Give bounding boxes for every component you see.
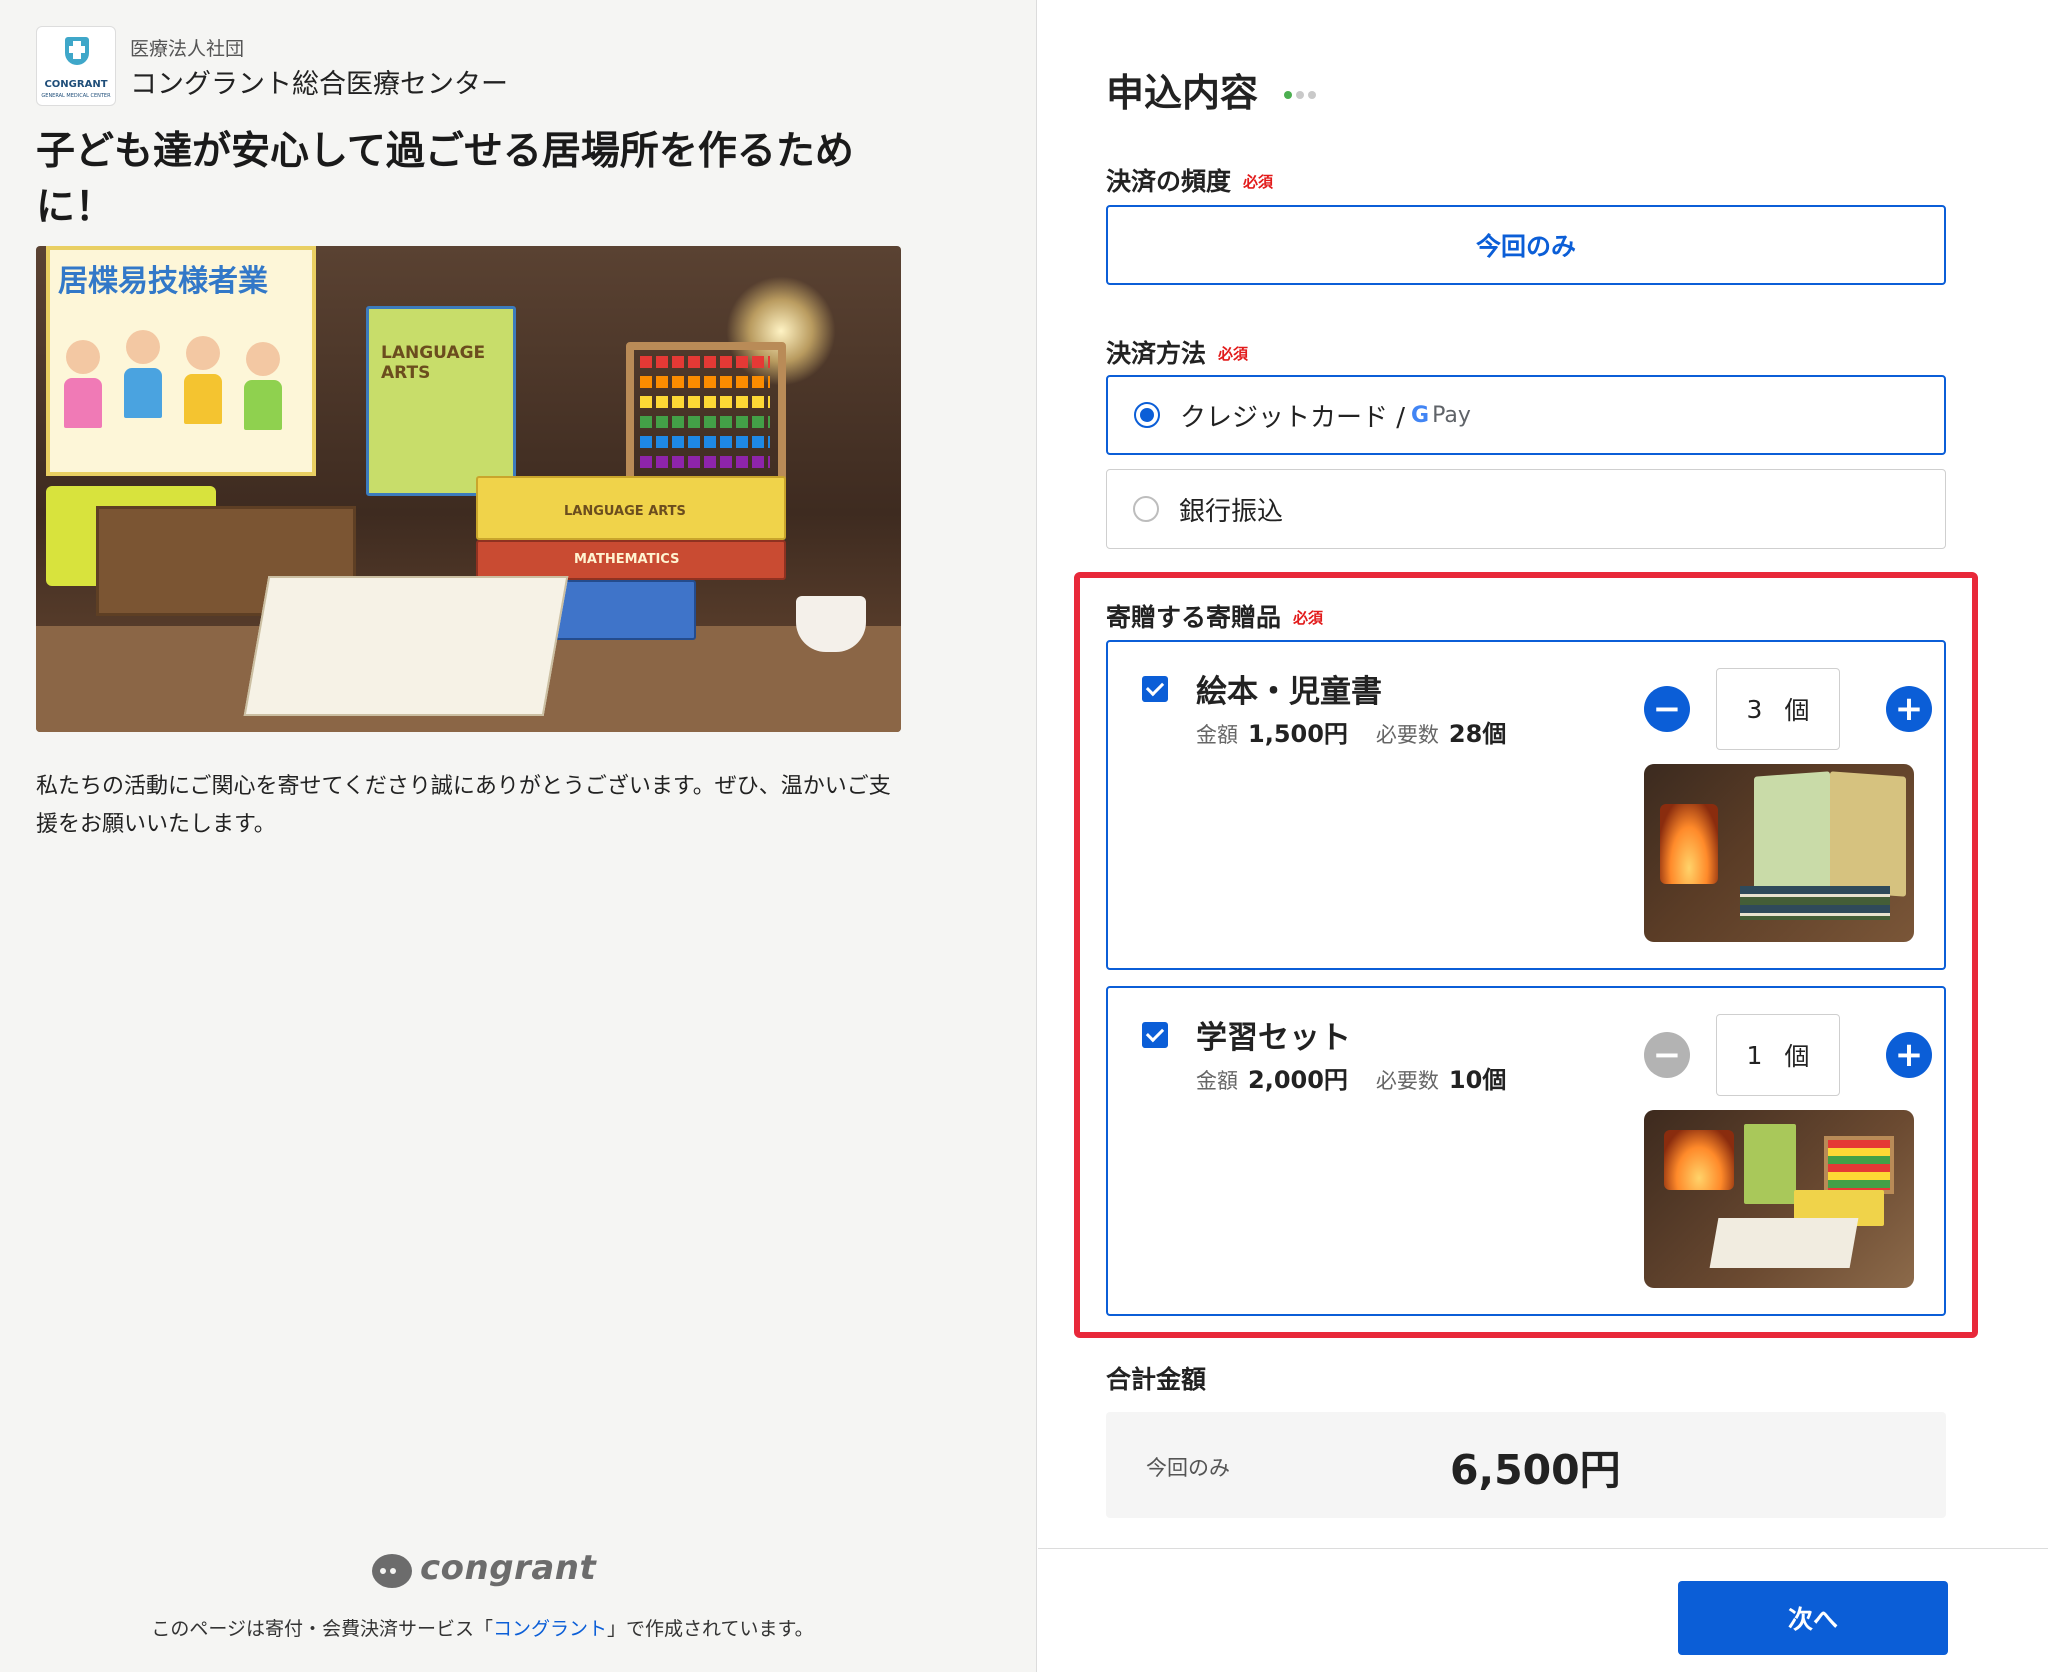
org-logo: CONGRANT GENERAL MEDICAL CENTER	[36, 26, 116, 106]
study-set-image	[1644, 1110, 1914, 1288]
congrant-link[interactable]: コングラント	[493, 1618, 607, 1640]
gift-item-study-set[interactable]: 学習セット 金額 2,000円 必要数 10個 − 1個 +	[1106, 986, 1946, 1316]
gift-need: 28個	[1448, 720, 1507, 748]
payment-option-bank-transfer[interactable]: 銀行振込	[1106, 469, 1946, 549]
payment-method-label: 決済方法 必須	[1106, 339, 1249, 368]
campaign-description: 私たちの活動にご関心を寄せてくださり誠にありがとうございます。ぜひ、温かいご支援…	[36, 774, 891, 837]
required-badge: 必須	[1293, 609, 1324, 627]
next-button[interactable]: 次へ	[1678, 1581, 1948, 1655]
logo-subtext: GENERAL MEDICAL CENTER	[41, 93, 111, 99]
abacus	[626, 342, 786, 492]
form-footer: 次へ	[1038, 1548, 2048, 1672]
campaign-panel: CONGRANT GENERAL MEDICAL CENTER 医療法人社団 コ…	[0, 0, 1037, 1672]
payment-option-label: クレジットカード /	[1180, 402, 1406, 433]
powered-by-note: このページは寄付・会費決済サービス「コングラント」で作成されています。	[151, 1618, 814, 1640]
qty-plus-button[interactable]: +	[1886, 686, 1932, 732]
google-pay-badge: G Pay	[1411, 402, 1471, 428]
total-frequency: 今回のみ	[1146, 1456, 1230, 1480]
step-indicator	[1284, 84, 1320, 103]
classroom-poster: 居楪易技様者業	[46, 246, 316, 476]
campaign-title: 子ども達が安心して過ごせる居場所を作るために！	[36, 129, 854, 230]
qty-minus-button-disabled[interactable]: −	[1644, 1032, 1690, 1078]
frequency-label: 決済の頻度 必須	[1106, 167, 1274, 196]
payment-option-label: 銀行振込	[1179, 496, 1284, 527]
poster-text: 居楪易技様者業	[58, 264, 268, 299]
qty-input[interactable]: 1個	[1716, 1014, 1840, 1096]
fireplace	[1660, 804, 1718, 884]
teacup	[796, 596, 866, 652]
gift-price: 1,500円	[1248, 720, 1348, 748]
step-dot-active	[1284, 91, 1292, 99]
radio-selected-icon[interactable]	[1134, 402, 1160, 428]
gift-name: 学習セット	[1196, 1020, 1351, 1056]
checkbox-checked-icon[interactable]	[1142, 1022, 1168, 1048]
congrant-logo-icon	[372, 1554, 412, 1588]
gift-meta: 金額 2,000円 必要数 10個	[1196, 1066, 1507, 1094]
radio-unselected-icon[interactable]	[1133, 496, 1159, 522]
picture-books-image	[1644, 764, 1914, 942]
total-summary: 今回のみ 6,500円	[1106, 1412, 1946, 1518]
book-stack-top: LANGUAGE ARTS	[476, 476, 786, 540]
gift-need: 10個	[1448, 1066, 1507, 1094]
org-type: 医療法人社団	[130, 38, 245, 60]
required-badge: 必須	[1218, 345, 1249, 363]
step-dot	[1308, 91, 1316, 99]
total-amount: 6,500円	[1450, 1446, 1621, 1494]
qty-input[interactable]: 3個	[1716, 668, 1840, 750]
book-language-arts: LANGUAGE ARTS	[366, 306, 516, 496]
gifts-label: 寄贈する寄贈品 必須	[1106, 603, 1324, 632]
book-mathematics: MATHEMATICS	[476, 540, 786, 580]
qty-plus-button[interactable]: +	[1886, 1032, 1932, 1078]
logo-text: CONGRANT	[44, 79, 108, 90]
required-badge: 必須	[1243, 173, 1274, 191]
frequency-once-button[interactable]: 今回のみ	[1106, 205, 1946, 285]
qty-minus-button[interactable]: −	[1644, 686, 1690, 732]
hero-image: 居楪易技様者業 LANGUAGE ARTS LANGUAGE ARTS MATH…	[36, 246, 901, 732]
application-form: 申込内容 決済の頻度 必須 今回のみ 決済方法 必須 クレジットカード / G Pay…	[1038, 0, 2048, 1672]
step-dot	[1296, 91, 1304, 99]
checkbox-checked-icon[interactable]	[1142, 676, 1168, 702]
brand-name: congrant	[420, 1548, 597, 1588]
gift-meta: 金額 1,500円 必要数 28個	[1196, 720, 1507, 748]
gift-name: 絵本・児童書	[1196, 674, 1382, 710]
gift-price: 2,000円	[1248, 1066, 1348, 1094]
payment-option-credit-card[interactable]: クレジットカード / G Pay	[1106, 375, 1946, 455]
open-notebook	[243, 576, 569, 716]
org-name: コングラント総合医療センター	[130, 69, 508, 100]
google-g-icon: G	[1411, 402, 1430, 428]
form-title: 申込内容	[1106, 71, 1259, 115]
fireplace	[1664, 1130, 1734, 1190]
total-label: 合計金額	[1106, 1365, 1207, 1394]
gift-item-picture-books[interactable]: 絵本・児童書 金額 1,500円 必要数 28個 − 3個 +	[1106, 640, 1946, 970]
